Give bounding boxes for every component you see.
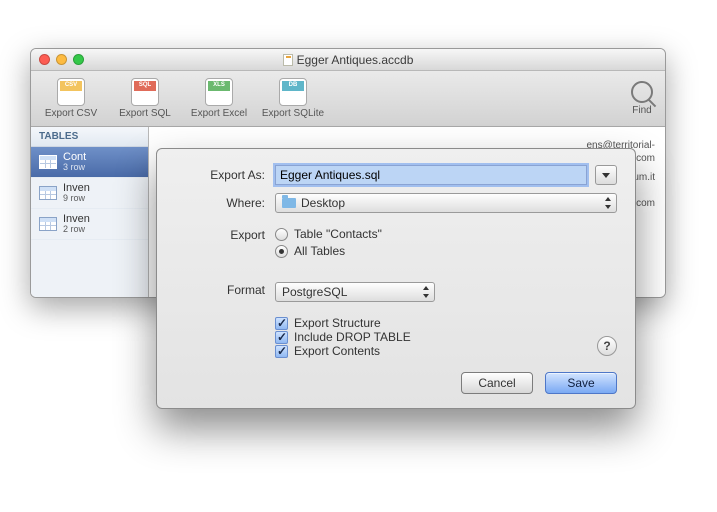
- table-icon: [39, 155, 57, 169]
- table-rows: 2 row: [63, 225, 90, 235]
- where-popup[interactable]: Desktop: [275, 193, 617, 213]
- document-icon: [283, 54, 293, 66]
- export-excel-button[interactable]: XLS Export Excel: [185, 74, 253, 124]
- toolbar-label: Export Excel: [191, 108, 247, 119]
- zoom-icon[interactable]: [73, 54, 84, 65]
- export-sql-button[interactable]: SQL Export SQL: [111, 74, 179, 124]
- radio-label: Table "Contacts": [294, 227, 382, 241]
- check-label: Include DROP TABLE: [294, 330, 411, 344]
- export-dialog: Export As: Where: Desktop Export Table "…: [156, 148, 636, 409]
- csv-icon: CSV: [57, 78, 85, 106]
- toolbar-label: Export SQL: [119, 108, 171, 119]
- format-popup[interactable]: PostgreSQL: [275, 282, 435, 302]
- radio-table[interactable]: Table "Contacts": [275, 227, 617, 241]
- chevron-down-icon: [602, 173, 610, 178]
- radio-all-tables[interactable]: All Tables: [275, 244, 617, 258]
- export-as-label: Export As:: [175, 168, 265, 182]
- table-item-inventory[interactable]: Inven 9 row: [31, 178, 148, 209]
- toolbar: CSV Export CSV SQL Export SQL XLS Export…: [31, 71, 665, 127]
- format-label: Format: [175, 282, 265, 297]
- window-title-text: Egger Antiques.accdb: [297, 53, 414, 67]
- filename-input[interactable]: [275, 165, 587, 185]
- table-item-inventory-2[interactable]: Inven 2 row: [31, 209, 148, 240]
- sql-icon: SQL: [131, 78, 159, 106]
- checkbox-icon: [275, 317, 288, 330]
- check-export-contents[interactable]: Export Contents: [275, 344, 617, 358]
- export-scope-label: Export: [175, 227, 265, 242]
- db-icon: DB: [279, 78, 307, 106]
- check-include-drop[interactable]: Include DROP TABLE: [275, 330, 617, 344]
- format-value: PostgreSQL: [282, 285, 347, 299]
- table-icon: [39, 217, 57, 231]
- titlebar: Egger Antiques.accdb: [31, 49, 665, 71]
- toolbar-label: Export CSV: [45, 108, 97, 119]
- radio-icon: [275, 228, 288, 241]
- radio-icon: [275, 245, 288, 258]
- search-icon: [631, 81, 653, 103]
- button-label: Save: [567, 376, 594, 390]
- help-label: ?: [603, 339, 610, 353]
- traffic-lights: [31, 54, 84, 65]
- export-csv-button[interactable]: CSV Export CSV: [37, 74, 105, 124]
- export-sqlite-button[interactable]: DB Export SQLite: [259, 74, 327, 124]
- check-label: Export Structure: [294, 316, 381, 330]
- check-export-structure[interactable]: Export Structure: [275, 316, 617, 330]
- table-rows: 9 row: [63, 194, 90, 204]
- help-button[interactable]: ?: [597, 336, 617, 356]
- table-rows: 3 row: [63, 163, 86, 173]
- where-value: Desktop: [301, 196, 345, 210]
- find-button[interactable]: Find: [631, 81, 659, 116]
- window-title: Egger Antiques.accdb: [31, 53, 665, 67]
- checkbox-icon: [275, 331, 288, 344]
- minimize-icon[interactable]: [56, 54, 67, 65]
- where-label: Where:: [175, 196, 265, 210]
- button-label: Cancel: [478, 376, 515, 390]
- expand-button[interactable]: [595, 165, 617, 185]
- sidebar: TABLES Cont 3 row Inven 9 row Inven: [31, 127, 149, 297]
- toolbar-label: Export SQLite: [262, 108, 324, 119]
- save-button[interactable]: Save: [545, 372, 617, 394]
- cancel-button[interactable]: Cancel: [461, 372, 533, 394]
- xls-icon: XLS: [205, 78, 233, 106]
- folder-icon: [282, 198, 296, 208]
- close-icon[interactable]: [39, 54, 50, 65]
- check-label: Export Contents: [294, 344, 380, 358]
- find-label: Find: [632, 105, 651, 116]
- table-item-contacts[interactable]: Cont 3 row: [31, 147, 148, 178]
- checkbox-icon: [275, 345, 288, 358]
- radio-label: All Tables: [294, 244, 345, 258]
- table-icon: [39, 186, 57, 200]
- sidebar-header: TABLES: [31, 127, 148, 147]
